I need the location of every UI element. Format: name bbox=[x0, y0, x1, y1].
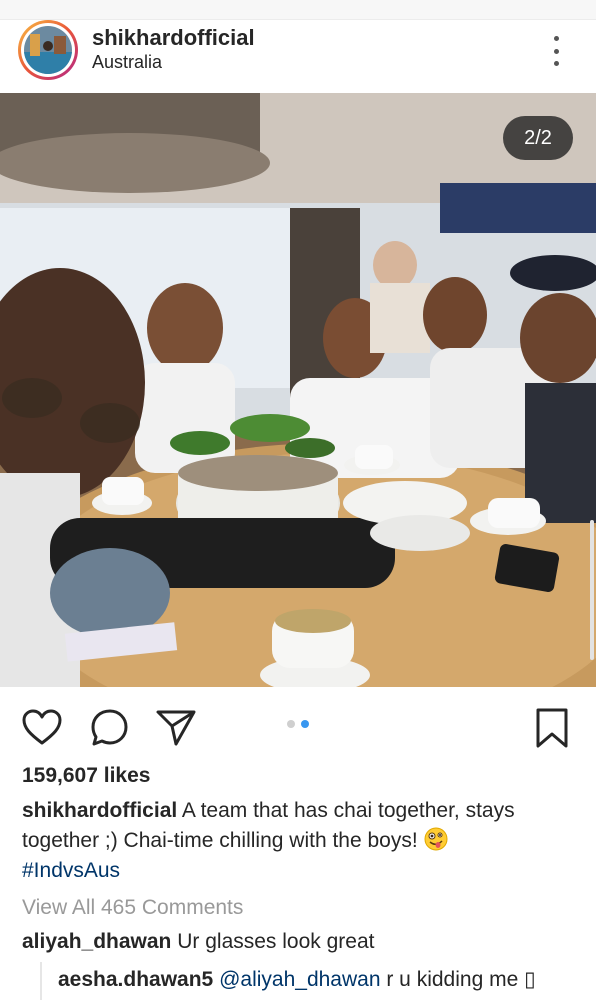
caption-username[interactable]: shikhardofficial bbox=[22, 799, 177, 822]
comment-username[interactable]: aliyah_dhawan bbox=[22, 930, 171, 953]
crazy-face-emoji bbox=[424, 827, 448, 851]
status-strip bbox=[0, 0, 596, 20]
post-username[interactable]: shikhardofficial bbox=[92, 25, 255, 51]
send-icon[interactable] bbox=[154, 706, 198, 750]
missing-glyph-icon: ▯ bbox=[524, 968, 536, 991]
action-bar bbox=[0, 700, 596, 752]
carousel-dot-active bbox=[301, 720, 309, 728]
post-caption: shikhardofficial A team that has chai to… bbox=[22, 796, 582, 886]
scrollbar[interactable] bbox=[590, 520, 594, 660]
heart-icon[interactable] bbox=[20, 706, 64, 750]
image-counter: 2/2 bbox=[503, 116, 573, 160]
caption-hashtag[interactable]: #IndvsAus bbox=[22, 859, 120, 882]
comment-reply: aesha.dhawan5 @aliyah_dhawan r u kidding… bbox=[40, 962, 596, 1000]
avatar-image bbox=[24, 26, 72, 74]
likes-count[interactable]: 159,607 likes bbox=[22, 764, 150, 788]
view-all-comments-link[interactable]: View All 465 Comments bbox=[22, 896, 243, 920]
reply-mention[interactable]: @aliyah_dhawan bbox=[219, 968, 380, 991]
carousel-indicator bbox=[287, 720, 309, 728]
reply-text: r u kidding me bbox=[386, 968, 519, 991]
more-vertical-icon[interactable] bbox=[546, 36, 566, 66]
comment-item: aliyah_dhawan Ur glasses look great bbox=[22, 930, 375, 954]
comment-text: Ur glasses look great bbox=[177, 930, 375, 953]
avatar[interactable] bbox=[18, 20, 78, 80]
comment-bubble-icon[interactable] bbox=[88, 706, 132, 750]
reply-username[interactable]: aesha.dhawan5 bbox=[58, 968, 213, 991]
post-header: shikhardofficial Australia bbox=[0, 20, 596, 94]
post-photo[interactable] bbox=[0, 93, 596, 687]
bookmark-icon[interactable] bbox=[530, 706, 574, 750]
avatar-ring bbox=[21, 23, 75, 77]
post-location[interactable]: Australia bbox=[92, 52, 162, 73]
carousel-dot bbox=[287, 720, 295, 728]
